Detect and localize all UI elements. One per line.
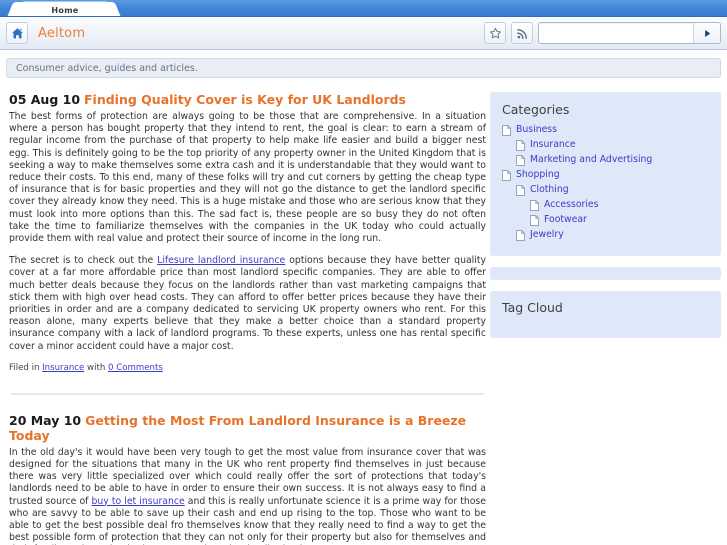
tagcloud-panel: Tag Cloud xyxy=(490,291,721,338)
category-item-business[interactable]: Business xyxy=(502,124,709,136)
toolbar-right-group xyxy=(484,22,721,44)
search-input[interactable] xyxy=(543,23,693,43)
post-paragraph-text: The best forms of protection are always … xyxy=(9,111,486,245)
post-category-link[interactable]: Insurance xyxy=(42,363,84,373)
sidebar-empty-panel xyxy=(490,267,721,280)
post-article: 05 Aug 10 Finding Quality Cover is Key fo… xyxy=(9,92,486,373)
categories-list: Business Insurance Marketing and Adverti… xyxy=(502,124,709,241)
category-label: Jewelry xyxy=(530,229,564,240)
post-paragraph: The best forms of protection are always … xyxy=(9,111,486,245)
browser-tab-home[interactable]: Home xyxy=(22,2,108,16)
sidebar: Categories Business Insurance Marketing … xyxy=(490,92,721,349)
category-item-clothing[interactable]: Clothing xyxy=(516,184,709,196)
post-meta: Filed in Insurance with 0 Comments xyxy=(9,363,486,373)
category-label: Footwear xyxy=(544,214,587,225)
browser-tab-label: Home xyxy=(51,5,79,15)
file-icon xyxy=(516,229,525,241)
post-paragraph: The secret is to check out the Lifesure … xyxy=(9,255,486,353)
go-button[interactable] xyxy=(693,23,720,43)
page-body: Consumer advice, guides and articles. 05… xyxy=(0,50,727,545)
category-item-accessories[interactable]: Accessories xyxy=(530,199,709,211)
categories-panel: Categories Business Insurance Marketing … xyxy=(490,92,721,256)
browser-toolbar: Aeltom xyxy=(0,17,727,50)
home-button[interactable] xyxy=(6,22,28,44)
browser-tab-strip: Home xyxy=(0,0,727,17)
post-divider xyxy=(11,392,484,395)
post-title-link[interactable]: Finding Quality Cover is Key for UK Land… xyxy=(84,92,406,107)
post-date: 20 May 10 xyxy=(9,412,82,428)
file-icon xyxy=(516,154,525,166)
main-content: 05 Aug 10 Finding Quality Cover is Key fo… xyxy=(6,92,486,545)
post-paragraph-text: options because they have better quality… xyxy=(9,255,486,352)
post-article: 20 May 10 Getting the Most From Landlord … xyxy=(9,413,486,545)
post-comments-link[interactable]: 0 Comments xyxy=(108,363,163,373)
file-icon xyxy=(502,169,511,181)
star-icon xyxy=(489,27,501,38)
home-icon xyxy=(11,27,23,38)
post-meta-prefix: Filed in xyxy=(9,362,43,373)
category-item-shopping[interactable]: Shopping xyxy=(502,169,709,181)
site-tagline: Consumer advice, guides and articles. xyxy=(6,58,721,78)
inline-link-buy-to-let[interactable]: buy to let insurance xyxy=(92,496,185,507)
inline-link-lifesure[interactable]: Lifesure landlord insurance xyxy=(157,255,285,266)
post-date: 05 Aug 10 xyxy=(9,92,81,107)
page-columns: 05 Aug 10 Finding Quality Cover is Key fo… xyxy=(6,92,721,545)
category-label: Business xyxy=(516,124,557,135)
post-paragraph: In the old day's it would have been very… xyxy=(9,447,486,545)
post-paragraph-text: The secret is to check out the xyxy=(9,255,158,267)
category-label: Accessories xyxy=(544,199,599,210)
file-icon xyxy=(516,139,525,151)
category-item-jewelry[interactable]: Jewelry xyxy=(516,229,709,241)
category-item-insurance[interactable]: Insurance xyxy=(516,139,709,151)
file-icon xyxy=(530,214,539,226)
search-field-wrapper[interactable] xyxy=(538,22,721,44)
category-label: Insurance xyxy=(530,139,576,150)
play-arrow-icon xyxy=(704,29,710,37)
site-title: Aeltom xyxy=(38,25,86,41)
feed-button[interactable] xyxy=(511,22,533,44)
category-item-footwear[interactable]: Footwear xyxy=(530,214,709,226)
rss-icon xyxy=(516,28,527,39)
post-title: 20 May 10 Getting the Most From Landlord … xyxy=(9,413,486,443)
category-label: Shopping xyxy=(516,169,560,180)
file-icon xyxy=(502,124,511,136)
tagcloud-title: Tag Cloud xyxy=(502,300,563,315)
bookmark-button[interactable] xyxy=(484,22,506,44)
categories-title: Categories xyxy=(502,102,570,117)
category-item-marketing-and-advertising[interactable]: Marketing and Advertising xyxy=(516,154,709,166)
file-icon xyxy=(530,199,539,211)
post-meta-middle: with xyxy=(84,362,109,373)
post-title: 05 Aug 10 Finding Quality Cover is Key fo… xyxy=(9,92,486,107)
category-label: Clothing xyxy=(530,184,569,195)
category-label: Marketing and Advertising xyxy=(530,154,653,165)
file-icon xyxy=(516,184,525,196)
